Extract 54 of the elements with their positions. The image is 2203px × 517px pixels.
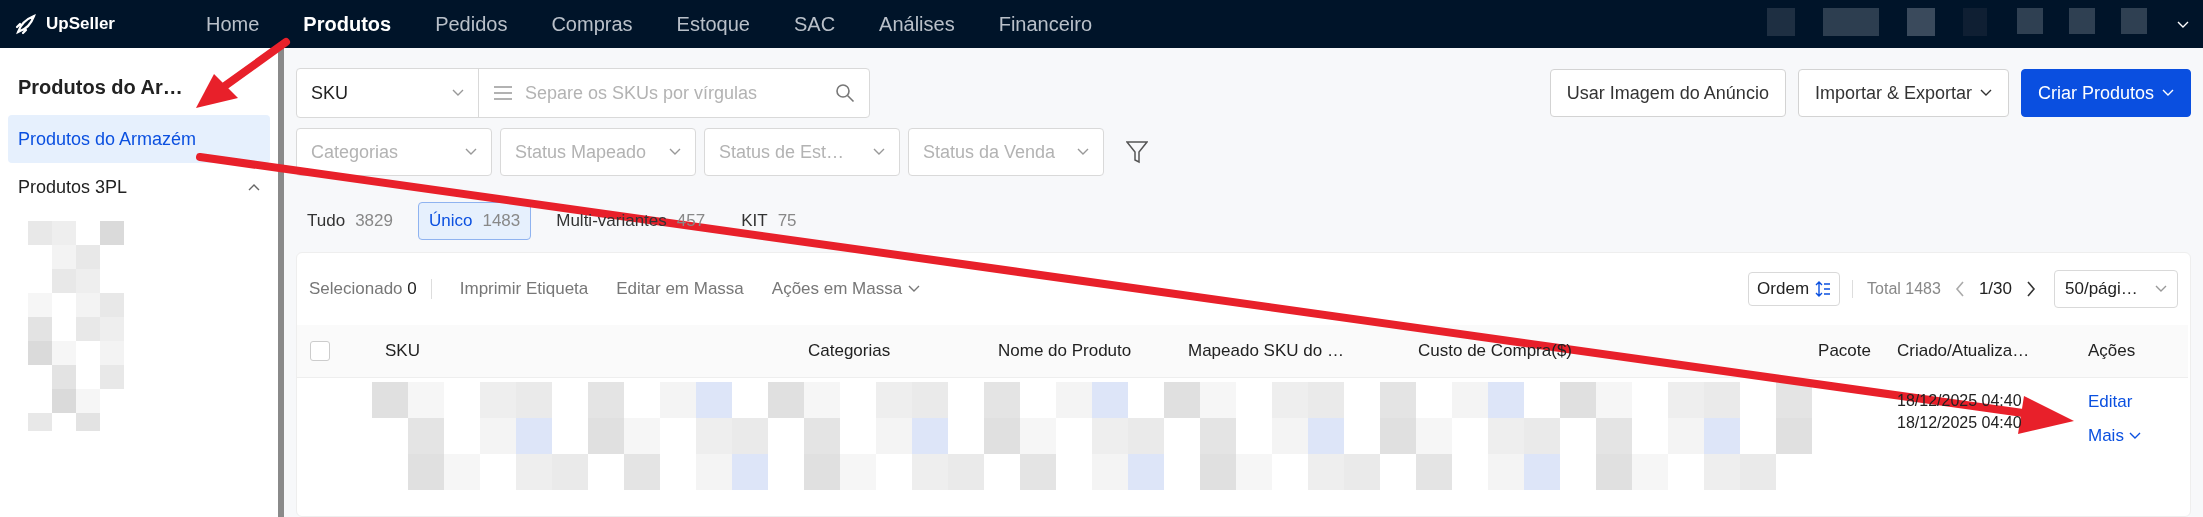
primary-button[interactable]: Criar Produtos xyxy=(2020,69,2191,117)
page-size-select[interactable]: 50/pági… xyxy=(2054,270,2178,308)
sidebar-item[interactable]: Produtos 3PL xyxy=(8,163,270,211)
field-select[interactable]: SKU xyxy=(297,69,479,117)
logo-icon xyxy=(14,12,38,36)
sidebar-title: Produtos do Ar… xyxy=(17,75,184,100)
column-header: Pacote xyxy=(1818,341,1871,361)
search-icon[interactable] xyxy=(835,83,855,103)
previous-page-icon[interactable] xyxy=(1954,281,1965,297)
next-page-icon[interactable] xyxy=(2026,281,2036,297)
nav-tab[interactable]: Produtos xyxy=(281,12,414,36)
nav-tab[interactable]: Pedidos xyxy=(413,12,530,36)
column-header: Ações xyxy=(2088,341,2136,361)
chevron-down-icon xyxy=(873,148,885,156)
sort-button[interactable]: Ordem xyxy=(1748,272,1841,306)
column-header: SKU xyxy=(385,341,420,361)
toolbar-button[interactable]: Editar em Massa xyxy=(602,279,758,299)
toolbar-button[interactable]: Imprimir Etiqueta xyxy=(445,279,603,299)
page-indicator: 1/30 xyxy=(1978,279,2012,299)
sidebar-item[interactable]: Produtos do Armazém xyxy=(8,115,270,163)
chevron-down-icon xyxy=(2128,432,2141,440)
chevron-down-icon xyxy=(1077,148,1089,156)
chevron-down-icon xyxy=(465,148,477,156)
nav-tab[interactable]: SAC xyxy=(771,12,858,36)
action-button[interactable]: Importar & Exportar xyxy=(1797,69,2009,117)
column-header: Custo de Compra($) xyxy=(1418,341,1572,361)
select-all-checkbox[interactable] xyxy=(310,341,330,361)
column-header: Criado/Atualiza… xyxy=(1897,341,2030,361)
column-header: Categorias xyxy=(808,341,891,361)
action-link[interactable]: Editar xyxy=(2088,392,2133,412)
action-button[interactable]: Usar Imagem do Anúncio xyxy=(1549,69,1786,117)
logo-text: UpSeller xyxy=(46,14,115,34)
nav-tab[interactable]: Financeiro xyxy=(976,12,1115,36)
type-tab[interactable]: Tudo 3829 xyxy=(296,202,404,240)
action-link[interactable]: Mais xyxy=(2088,426,2141,446)
chevron-down-icon xyxy=(452,89,464,97)
chevron-down-icon xyxy=(2177,21,2189,29)
search-input[interactable]: Separe os SKUs por vírgulas xyxy=(523,81,825,105)
list-icon xyxy=(493,85,513,101)
chevron-down-icon xyxy=(2155,285,2167,293)
nav-tab[interactable]: Compras xyxy=(529,12,655,36)
chevron-down-icon xyxy=(669,148,681,156)
toolbar-button[interactable]: Ações em Massa xyxy=(757,279,935,299)
total-count: Total 1483 xyxy=(1852,280,1955,298)
sort-icon xyxy=(1815,281,1832,297)
nav-tab[interactable]: Estoque xyxy=(654,12,772,36)
type-tab[interactable]: Único 1483 xyxy=(417,202,532,240)
column-header: Mapeado SKU do … xyxy=(1188,341,1344,361)
nav-tab[interactable]: Análises xyxy=(857,12,977,36)
selected-count: Selecionado 0 xyxy=(309,279,432,299)
filter-icon[interactable] xyxy=(1126,140,1148,164)
nav-tab[interactable]: Home xyxy=(184,12,282,36)
column-header: Nome do Produto xyxy=(998,341,1132,361)
type-tab[interactable]: KIT 75 xyxy=(730,202,808,240)
